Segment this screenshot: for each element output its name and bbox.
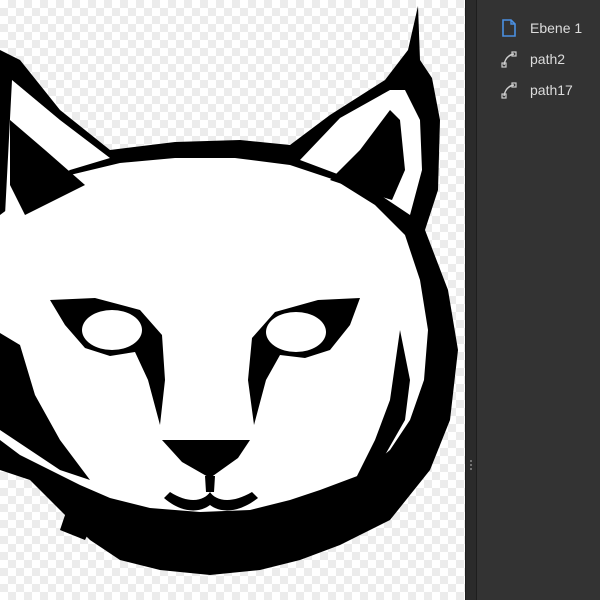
- layer-document-icon: [502, 19, 516, 37]
- layer-item-path2[interactable]: path2: [477, 45, 600, 73]
- layer-item-label: path17: [530, 82, 573, 98]
- panel-splitter[interactable]: [465, 0, 477, 600]
- layer-item-label: Ebene 1: [530, 20, 583, 36]
- canvas-area[interactable]: [0, 0, 465, 600]
- lynx-artwork: [0, 6, 458, 575]
- splitter-grip-icon[interactable]: [470, 460, 473, 474]
- layer-item-path17[interactable]: path17: [477, 76, 600, 104]
- layers-panel: Ebene 1 path2 path17: [477, 0, 600, 600]
- layer-item-ebene-1[interactable]: Ebene 1: [477, 14, 600, 42]
- layer-item-label: path2: [530, 51, 566, 67]
- path-node-icon: [501, 82, 517, 99]
- path-node-icon: [501, 51, 517, 68]
